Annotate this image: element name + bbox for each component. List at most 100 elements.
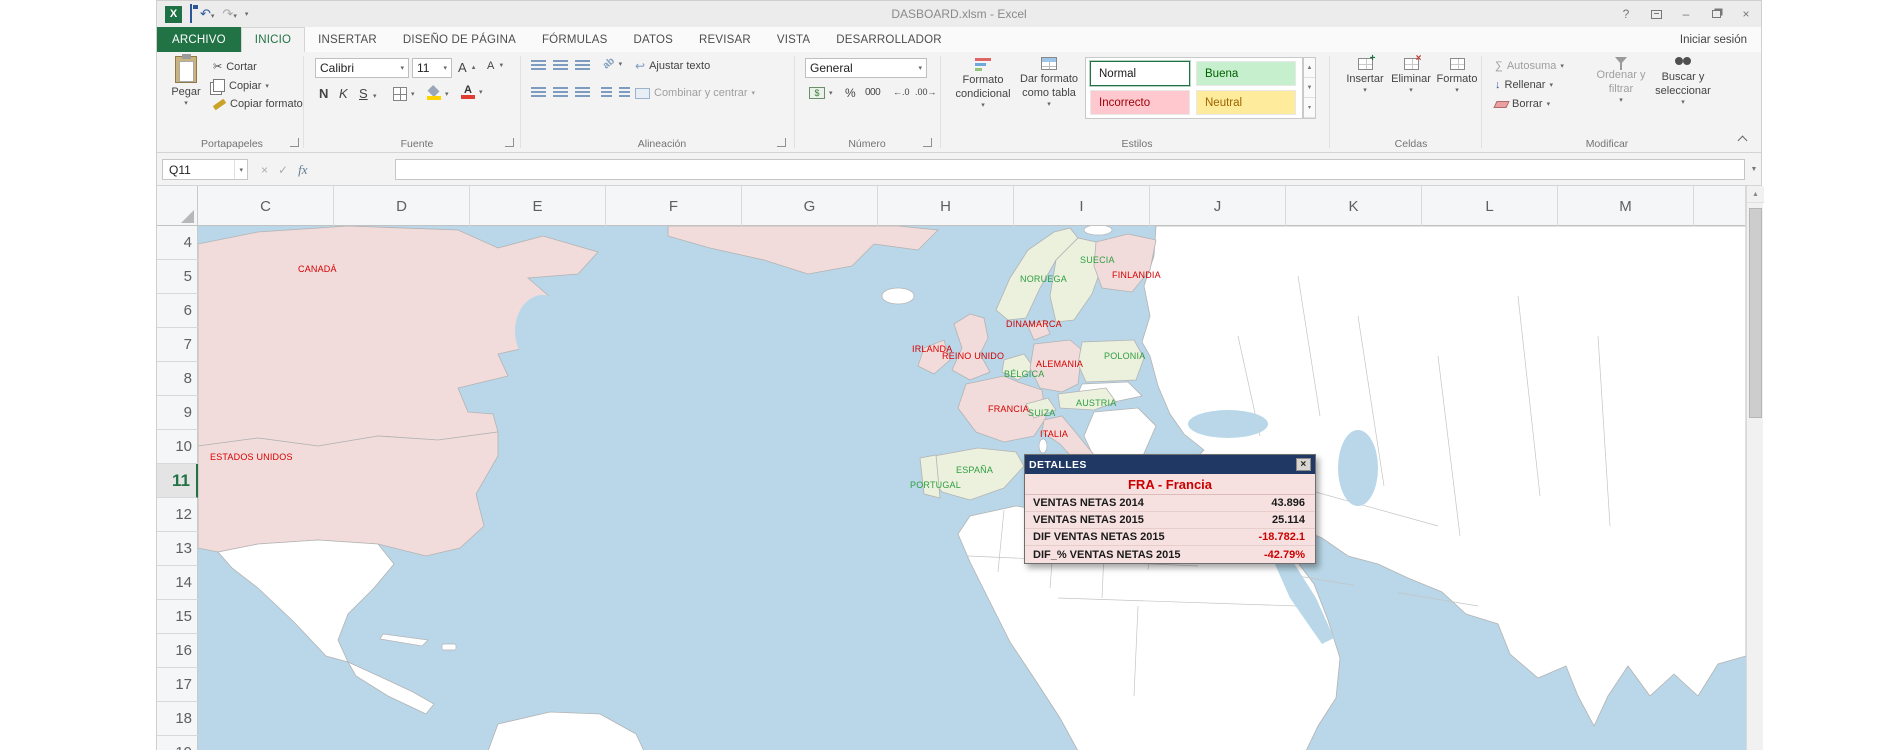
excel-app-icon[interactable]: X [165, 6, 182, 23]
percent-style-button[interactable]: % [845, 86, 856, 100]
row-header-18[interactable]: 18 [157, 702, 198, 736]
alignment-dialog-launcher[interactable] [777, 138, 786, 147]
accounting-format-button[interactable]: $▾ [809, 87, 833, 99]
paste-button[interactable]: Pegar ▾ [165, 56, 207, 109]
format-painter-button[interactable]: Copiar formato [213, 98, 303, 110]
row-header-7[interactable]: 7 [157, 328, 198, 362]
tab-archivo[interactable]: ARCHIVO [157, 27, 241, 52]
gallery-up-button[interactable]: ▲ [1304, 58, 1315, 78]
column-header-E[interactable]: E [470, 186, 606, 226]
font-size-combobox[interactable]: 11 ▾ [412, 58, 452, 78]
collapse-ribbon-button[interactable] [1738, 136, 1748, 146]
ribbon-display-options-button[interactable] [1641, 1, 1671, 27]
align-bottom-button[interactable] [575, 60, 590, 71]
increase-indent-button[interactable] [619, 87, 630, 98]
column-header-K[interactable]: K [1286, 186, 1422, 226]
column-header-C[interactable]: C [198, 186, 334, 226]
decrease-decimal-button[interactable]: .00→ [915, 87, 937, 97]
column-header-H[interactable]: H [878, 186, 1014, 226]
align-middle-button[interactable] [553, 60, 568, 71]
qat-customize-button[interactable]: ▾ [245, 10, 249, 18]
align-top-button[interactable] [531, 60, 546, 71]
name-box[interactable]: Q11 ▾ [162, 159, 248, 180]
country-estados-unidos[interactable] [198, 432, 498, 556]
row-header-12[interactable]: 12 [157, 498, 198, 532]
style-incorrecto[interactable]: Incorrecto [1090, 90, 1190, 115]
orientation-button[interactable]: ab▾ [603, 58, 622, 69]
bold-button[interactable]: N [319, 86, 328, 101]
gallery-down-button[interactable]: ▼ [1304, 78, 1315, 98]
undo-button[interactable]: ↶▾ [200, 5, 214, 23]
column-header-G[interactable]: G [742, 186, 878, 226]
font-dialog-launcher[interactable] [505, 138, 514, 147]
cancel-entry-button[interactable]: × [261, 163, 268, 177]
row-header-9[interactable]: 9 [157, 396, 198, 430]
column-header-D[interactable]: D [334, 186, 470, 226]
column-header-L[interactable]: L [1422, 186, 1558, 226]
gallery-more-button[interactable]: ▾ [1304, 98, 1315, 118]
tab-datos[interactable]: DATOS [620, 27, 686, 52]
decrease-indent-button[interactable] [601, 87, 612, 98]
select-all-corner[interactable] [157, 186, 198, 226]
column-header-M[interactable]: M [1558, 186, 1694, 226]
align-center-button[interactable] [553, 87, 568, 98]
country-polonia[interactable] [1078, 340, 1144, 382]
column-header-partial[interactable] [1694, 186, 1746, 226]
clipboard-dialog-launcher[interactable] [290, 138, 299, 147]
column-header-J[interactable]: J [1150, 186, 1286, 226]
row-header-17[interactable]: 17 [157, 668, 198, 702]
vertical-scrollbar[interactable]: ▲ [1746, 186, 1763, 750]
insert-cells-button[interactable]: Insertar ▾ [1343, 58, 1387, 96]
grow-font-button[interactable]: A▲ [458, 60, 477, 75]
shrink-font-button[interactable]: A▼ [487, 60, 504, 72]
increase-decimal-button[interactable]: ←.0 [893, 87, 910, 97]
save-button[interactable] [190, 5, 192, 23]
font-family-combobox[interactable]: Calibri ▾ [315, 58, 409, 78]
column-header-F[interactable]: F [606, 186, 742, 226]
map-dashboard[interactable]: CANADÁ ESTADOS UNIDOS SUECIA FINLANDIA N… [198, 226, 1746, 750]
formula-bar-expand-button[interactable]: ▼ [1747, 159, 1761, 180]
tab-diseno-de-pagina[interactable]: DISEÑO DE PÁGINA [390, 27, 529, 52]
row-header-5[interactable]: 5 [157, 260, 198, 294]
scroll-up-button[interactable]: ▲ [1747, 186, 1764, 203]
format-as-table-button[interactable]: Dar formato como tabla ▾ [1017, 57, 1081, 109]
cut-button[interactable]: ✂ Cortar [213, 60, 257, 73]
restore-button[interactable] [1701, 1, 1731, 27]
help-button[interactable]: ? [1611, 1, 1641, 27]
number-dialog-launcher[interactable] [923, 138, 932, 147]
row-header-11-selected[interactable]: 11 [157, 464, 198, 498]
format-cells-button[interactable]: Formato ▾ [1435, 58, 1479, 96]
row-header-15[interactable]: 15 [157, 600, 198, 634]
redo-button[interactable]: ↷▾ [222, 5, 236, 23]
minimize-button[interactable]: – [1671, 1, 1701, 27]
column-header-I[interactable]: I [1014, 186, 1150, 226]
underline-dropdown-icon[interactable]: ▾ [373, 92, 377, 100]
tab-formulas[interactable]: FÓRMULAS [529, 27, 621, 52]
scrollbar-thumb[interactable] [1749, 208, 1762, 418]
formula-input[interactable] [395, 159, 1745, 180]
popup-close-button[interactable]: × [1296, 458, 1311, 471]
fill-button[interactable]: ↓ Rellenar ▾ [1495, 79, 1553, 91]
row-header-19[interactable]: 19 [157, 736, 198, 750]
style-normal[interactable]: Normal [1090, 61, 1190, 86]
italic-button[interactable]: K [339, 86, 348, 101]
delete-cells-button[interactable]: Eliminar ▾ [1389, 58, 1433, 96]
row-header-10[interactable]: 10 [157, 430, 198, 464]
copy-button[interactable]: Copiar ▾ [213, 79, 269, 92]
row-header-4[interactable]: 4 [157, 226, 198, 260]
align-right-button[interactable] [575, 87, 590, 98]
confirm-entry-button[interactable]: ✓ [278, 163, 288, 177]
popup-title-bar[interactable]: DETALLES × [1025, 455, 1315, 474]
font-color-button[interactable]: A▾ [461, 85, 483, 99]
align-left-button[interactable] [531, 87, 546, 98]
tab-inicio[interactable]: INICIO [241, 27, 305, 52]
row-header-6[interactable]: 6 [157, 294, 198, 328]
underline-button[interactable]: S [359, 86, 368, 101]
wrap-text-button[interactable]: ↩ Ajustar texto [635, 60, 710, 72]
tab-revisar[interactable]: REVISAR [686, 27, 764, 52]
clear-button[interactable]: Borrar ▾ [1495, 98, 1550, 110]
tab-desarrollador[interactable]: DESARROLLADOR [823, 27, 955, 52]
tab-insertar[interactable]: INSERTAR [305, 27, 390, 52]
row-header-14[interactable]: 14 [157, 566, 198, 600]
style-neutral[interactable]: Neutral [1196, 90, 1296, 115]
